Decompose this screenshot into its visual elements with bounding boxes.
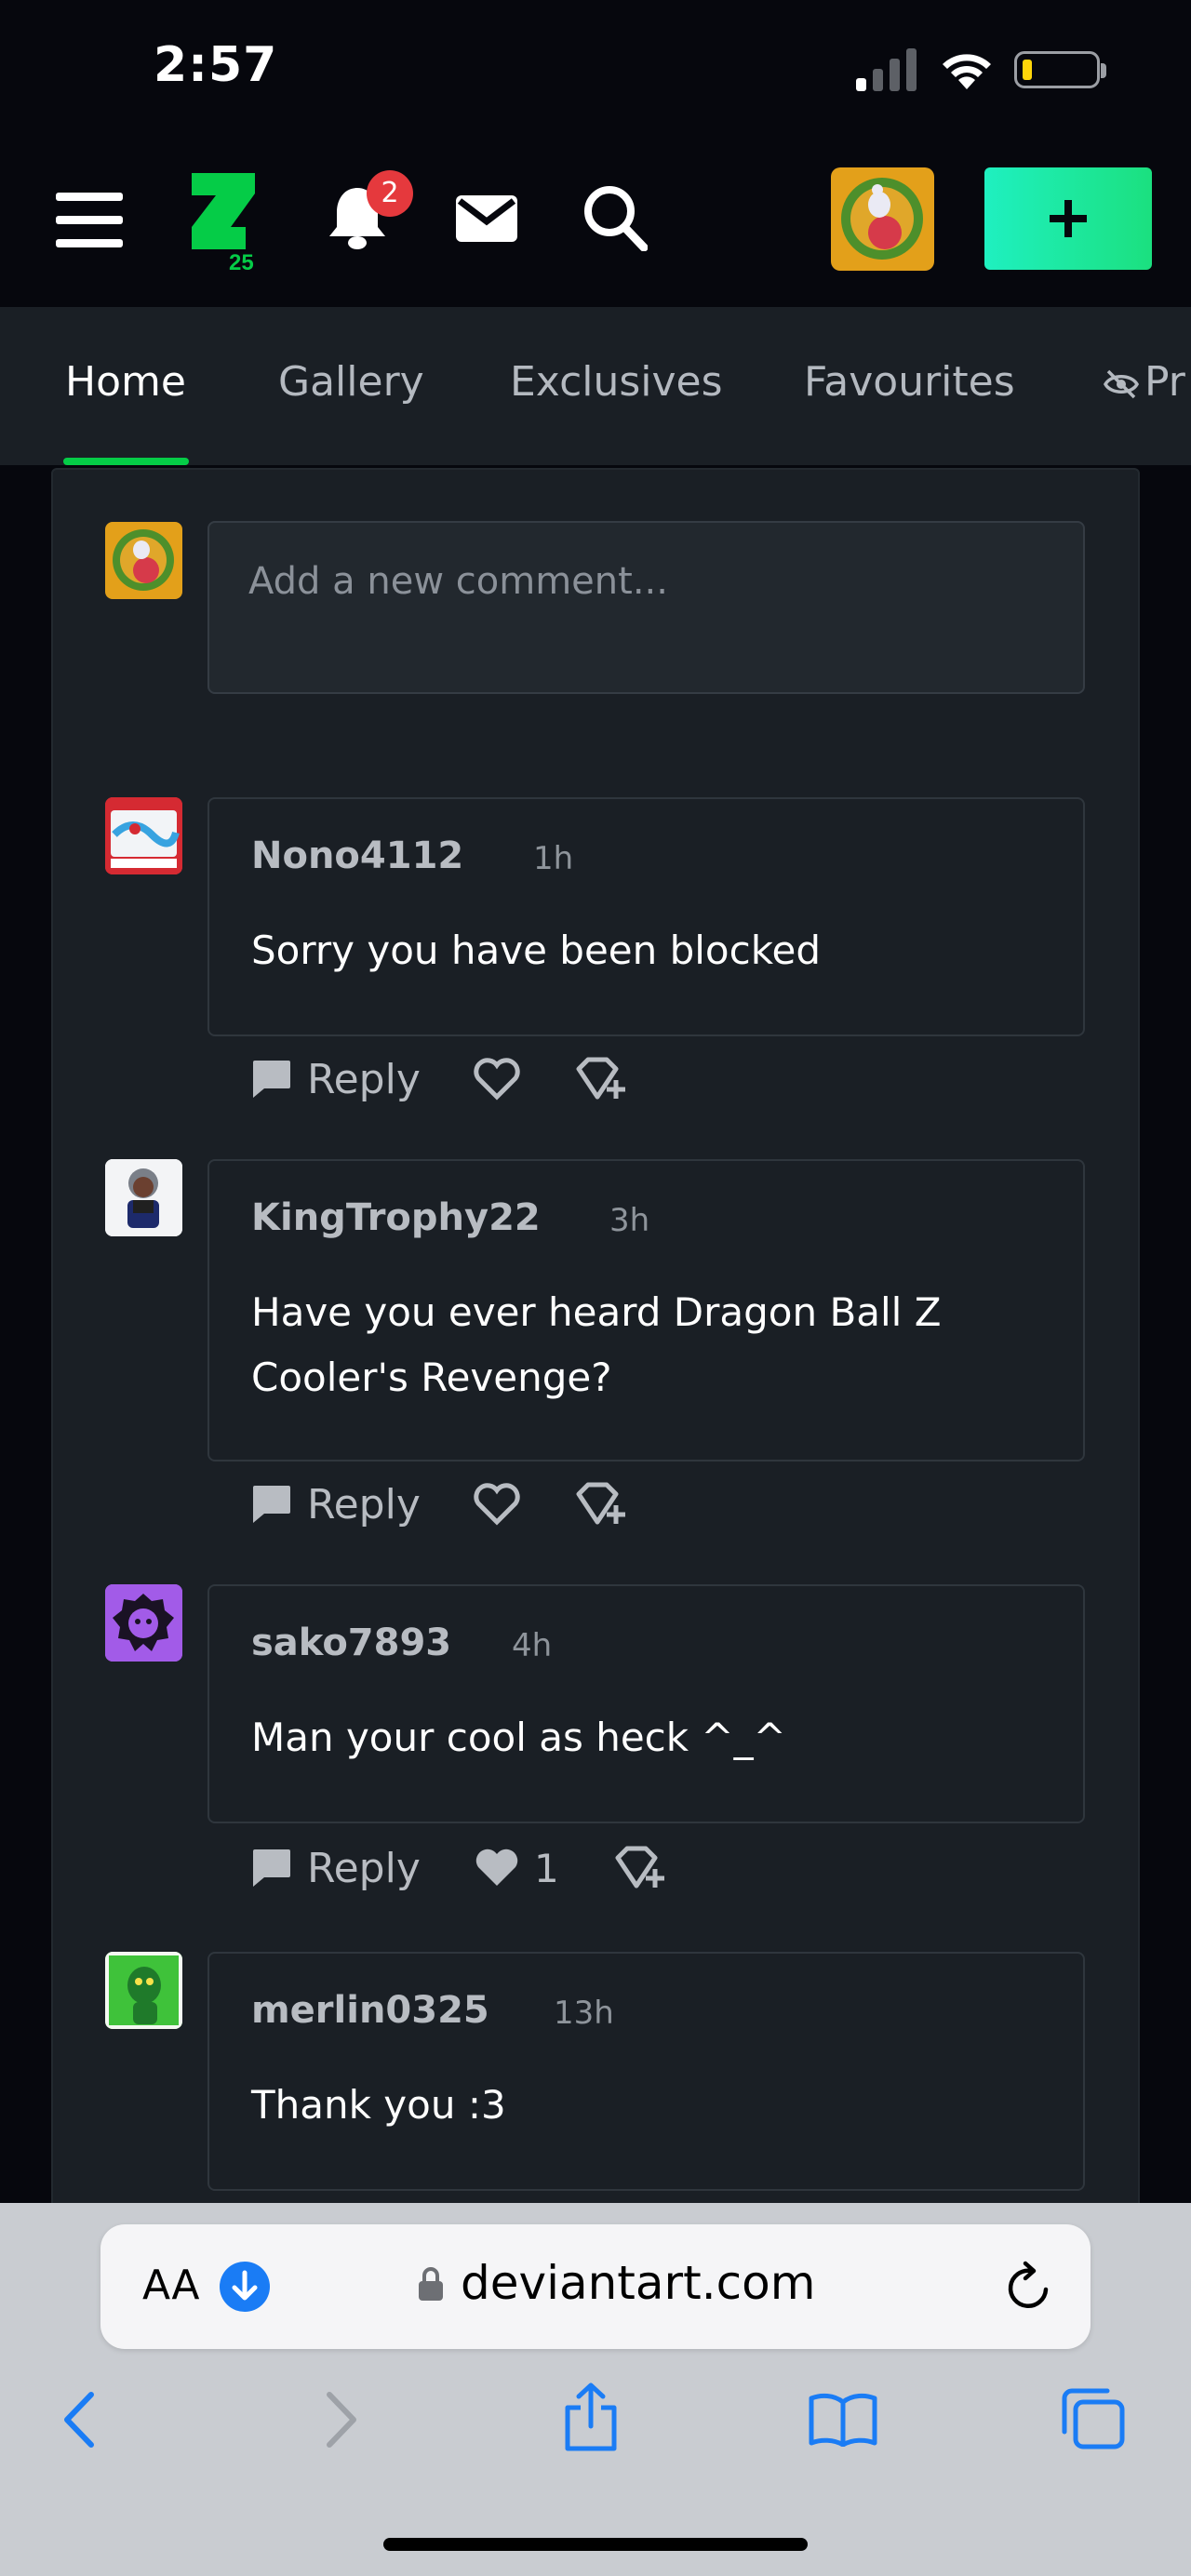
reply-label: Reply [307, 1844, 421, 1892]
comment-text: Sorry you have been blocked [251, 928, 822, 973]
comment-card: merlin0325 13h Thank you :3 [207, 1952, 1085, 2191]
comment-card: sako7893 4h Man your cool as heck ^_^ [207, 1584, 1085, 1823]
battery-icon [1014, 51, 1100, 88]
favourite-button[interactable] [473, 1051, 521, 1107]
notification-count-badge: 2 [367, 170, 413, 217]
comment-timestamp[interactable]: 13h [554, 1995, 614, 2032]
tab-gallery[interactable]: Gallery [278, 358, 424, 406]
commenter-avatar[interactable] [105, 797, 182, 874]
lock-icon [419, 2267, 443, 2301]
profile-tabs: Home Gallery Exclusives Favourites Pr [0, 307, 1191, 465]
comment-text: Man your cool as heck ^_^ [251, 1715, 786, 1760]
download-icon[interactable] [220, 2262, 270, 2312]
address-bar[interactable]: AA deviantart.com [100, 2224, 1091, 2349]
status-time: 2:57 [154, 37, 278, 93]
reader-settings-button[interactable]: AA [142, 2262, 199, 2309]
active-tab-indicator [63, 458, 189, 465]
reply-label: Reply [307, 1480, 421, 1528]
comment-text: Thank you :3 [251, 2082, 506, 2128]
share-icon[interactable] [562, 2382, 620, 2452]
heart-filled-icon [475, 1849, 518, 1886]
comment-card: KingTrophy22 3h Have you ever heard Drag… [207, 1159, 1085, 1462]
award-button[interactable] [575, 1051, 627, 1107]
comment-username[interactable]: KingTrophy22 [251, 1196, 541, 1239]
home-indicator [383, 2538, 808, 2551]
battery-cap [1101, 63, 1106, 78]
reply-label: Reply [307, 1055, 421, 1103]
speech-bubble-icon [253, 1486, 290, 1523]
reply-button[interactable]: Reply [249, 1476, 421, 1532]
comment-card: Nono4112 1h Sorry you have been blocked [207, 797, 1085, 1036]
speech-bubble-icon [253, 1061, 290, 1098]
comment-timestamp[interactable]: 3h [609, 1202, 649, 1239]
commenter-avatar[interactable] [105, 1159, 182, 1236]
tab-favourites[interactable]: Favourites [804, 358, 1015, 406]
back-icon[interactable] [60, 2389, 100, 2450]
mail-icon[interactable] [456, 195, 517, 242]
tabs-overview-icon[interactable] [1061, 2387, 1126, 2450]
award-button[interactable] [575, 1476, 627, 1532]
tab-exclusives[interactable]: Exclusives [510, 358, 723, 406]
award-button[interactable] [614, 1840, 666, 1896]
logo-badge: 25 [229, 250, 254, 274]
eye-slash-icon [1104, 369, 1139, 399]
like-count: 1 [534, 1845, 559, 1891]
comment-input[interactable] [248, 558, 1049, 605]
gem-plus-icon [576, 1482, 625, 1525]
reply-button[interactable]: Reply [249, 1840, 421, 1896]
favourite-button[interactable]: 1 [473, 1840, 559, 1896]
comment-username[interactable]: sako7893 [251, 1622, 451, 1664]
heart-outline-icon [474, 1483, 520, 1526]
tab-home[interactable]: Home [65, 358, 186, 406]
comment-username[interactable]: Nono4112 [251, 834, 463, 877]
current-user-avatar [105, 522, 182, 599]
create-button[interactable] [984, 167, 1152, 270]
wifi-icon [943, 54, 991, 89]
cellular-signal-icon [856, 47, 921, 91]
search-icon[interactable] [582, 184, 648, 251]
gem-plus-icon [615, 1846, 664, 1889]
speech-bubble-icon [253, 1849, 290, 1887]
bookmarks-icon[interactable] [808, 2391, 878, 2447]
reply-button[interactable]: Reply [249, 1051, 421, 1107]
reload-icon[interactable] [1003, 2260, 1055, 2314]
user-avatar[interactable] [831, 167, 934, 271]
comment-username[interactable]: merlin0325 [251, 1989, 489, 2032]
gem-plus-icon [576, 1057, 625, 1100]
url-text: deviantart.com [461, 2256, 816, 2310]
status-bar: 2:57 [0, 0, 1191, 140]
commenter-avatar[interactable] [105, 1584, 182, 1662]
comment-timestamp[interactable]: 4h [512, 1627, 552, 1664]
favourite-button[interactable] [473, 1476, 521, 1532]
commenter-avatar[interactable] [105, 1952, 182, 2029]
forward-icon[interactable] [320, 2389, 361, 2450]
new-comment-box[interactable] [207, 521, 1085, 694]
plus-icon [1050, 200, 1087, 237]
tab-private[interactable]: Pr [1104, 358, 1185, 406]
comment-text: Have you ever heard Dragon Ball Z Cooler… [251, 1289, 942, 1400]
comment-timestamp[interactable]: 1h [533, 840, 573, 877]
heart-outline-icon [474, 1058, 520, 1101]
menu-icon[interactable] [56, 193, 123, 248]
tab-private-label: Pr [1144, 358, 1185, 406]
deviantart-logo-icon[interactable]: 25 [186, 169, 261, 274]
